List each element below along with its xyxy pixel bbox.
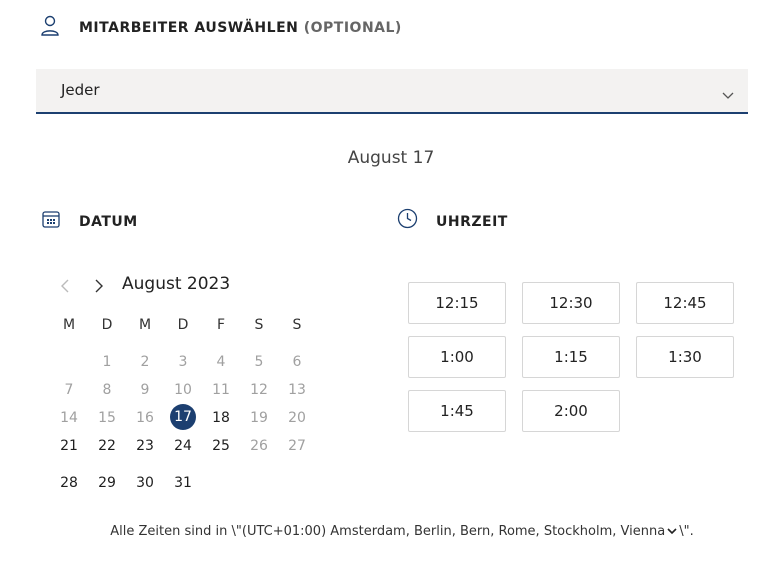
calendar-day: 20 — [288, 410, 306, 426]
weekday-header: S — [254, 317, 264, 333]
time-slot-button[interactable]: 12:30 — [522, 282, 620, 324]
time-slot-button[interactable]: 12:15 — [408, 282, 506, 324]
staff-section-label: MITARBEITER AUSWÄHLEN (OPTIONAL) — [79, 20, 402, 36]
calendar-day: 26 — [250, 438, 268, 454]
calendar-day[interactable]: 25 — [206, 433, 236, 459]
calendar-day: 15 — [98, 410, 116, 426]
calendar-day: 7 — [64, 382, 74, 398]
calendar-day: 16 — [136, 410, 154, 426]
time-section-label: UHRZEIT — [436, 214, 508, 230]
weekday-header: M — [62, 317, 76, 333]
timezone-suffix: \". — [679, 524, 694, 539]
calendar-day[interactable]: 23 — [130, 433, 160, 459]
clock-icon — [397, 208, 418, 233]
weekday-header: S — [292, 317, 302, 333]
calendar-day[interactable]: 21 — [54, 433, 84, 459]
calendar-icon — [42, 210, 60, 232]
staff-select-value: Jeder — [61, 81, 100, 99]
time-slot-button[interactable]: 12:45 — [636, 282, 734, 324]
calendar-day-selected[interactable]: 17 — [170, 404, 196, 430]
chevron-down-icon — [722, 85, 734, 104]
timezone-value: (UTC+01:00) Amsterdam, Berlin, Bern, Rom… — [241, 524, 666, 539]
timezone-prefix: Alle Zeiten sind in \" — [110, 524, 242, 539]
time-slot-button[interactable]: 1:00 — [408, 336, 506, 378]
chevron-left-icon[interactable] — [60, 278, 70, 297]
chevron-right-icon[interactable] — [94, 278, 104, 297]
calendar-day[interactable]: 28 — [54, 470, 84, 496]
staff-label: MITARBEITER AUSWÄHLEN — [79, 20, 299, 36]
weekday-header: F — [216, 317, 226, 333]
time-slot-button[interactable]: 1:45 — [408, 390, 506, 432]
calendar-day[interactable]: 30 — [130, 470, 160, 496]
calendar-day: 27 — [288, 438, 306, 454]
calendar-day[interactable]: 22 — [92, 433, 122, 459]
time-slot-button[interactable]: 1:15 — [522, 336, 620, 378]
weekday-header: D — [101, 317, 113, 333]
timezone-select[interactable]: (UTC+01:00) Amsterdam, Berlin, Bern, Rom… — [242, 524, 679, 539]
calendar-day: 1 — [102, 354, 112, 370]
calendar-day[interactable]: 29 — [92, 470, 122, 496]
date-section-label: DATUM — [79, 214, 138, 230]
calendar-day: 12 — [250, 382, 268, 398]
calendar-day: 13 — [288, 382, 306, 398]
calendar-day: 19 — [250, 410, 268, 426]
calendar-day: 14 — [60, 410, 78, 426]
selected-date-heading: August 17 — [347, 148, 435, 168]
calendar-day: 11 — [212, 382, 230, 398]
calendar-day: 6 — [292, 354, 302, 370]
calendar-day[interactable]: 24 — [168, 433, 198, 459]
time-slot-button[interactable]: 1:30 — [636, 336, 734, 378]
calendar-day[interactable]: 31 — [168, 470, 198, 496]
calendar-day: 9 — [140, 382, 150, 398]
calendar-month-title: August 2023 — [122, 274, 231, 294]
calendar-day: 8 — [102, 382, 112, 398]
weekday-header: M — [138, 317, 152, 333]
calendar-day: 5 — [254, 354, 264, 370]
calendar-day: 4 — [216, 354, 226, 370]
calendar-day: 3 — [178, 354, 188, 370]
calendar-day[interactable]: 18 — [206, 405, 236, 431]
person-icon — [40, 15, 60, 41]
timezone-note: Alle Zeiten sind in \"(UTC+01:00) Amster… — [0, 524, 776, 539]
time-slot-button[interactable]: 2:00 — [522, 390, 620, 432]
staff-optional-label: (OPTIONAL) — [303, 20, 402, 36]
calendar-day: 10 — [174, 382, 192, 398]
chevron-down-icon — [667, 524, 677, 539]
staff-select[interactable]: Jeder — [36, 69, 748, 114]
calendar-day: 2 — [140, 354, 150, 370]
weekday-header: D — [177, 317, 189, 333]
